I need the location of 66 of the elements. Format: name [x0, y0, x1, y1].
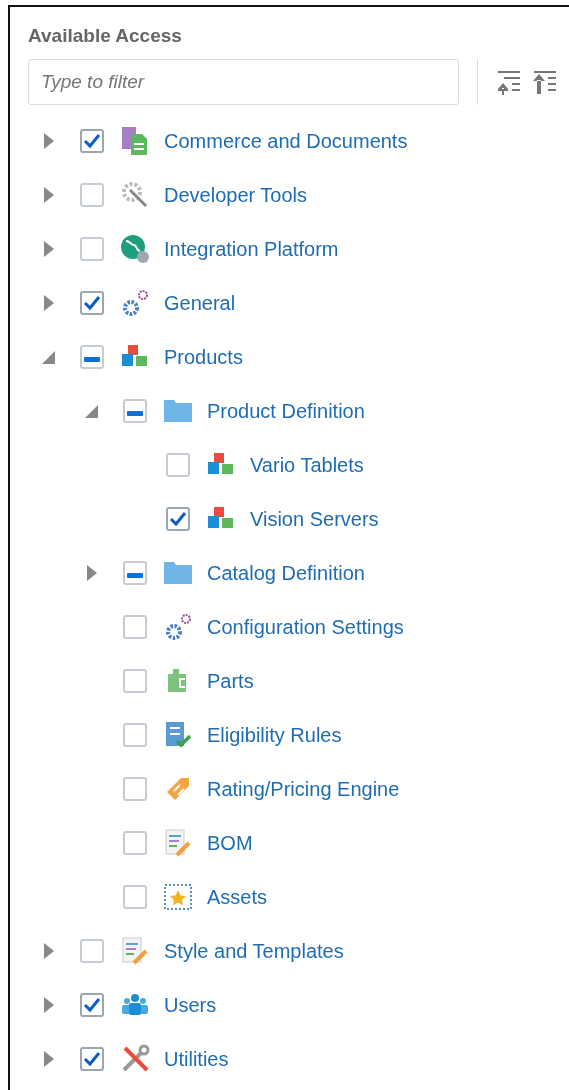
caret-icon — [43, 294, 55, 312]
tree-item-label[interactable]: BOM — [207, 831, 253, 855]
caret-icon — [86, 564, 98, 582]
checkbox[interactable] — [123, 777, 147, 801]
tree-item-label[interactable]: Products — [164, 345, 243, 369]
filter-field[interactable]: Type to filter — [28, 59, 459, 105]
tree-item-label[interactable]: Catalog Definition — [207, 561, 365, 585]
caret-icon — [85, 404, 99, 418]
caret-icon — [43, 186, 55, 204]
checkbox[interactable] — [80, 1047, 104, 1071]
checkbox[interactable] — [166, 453, 190, 477]
caret-icon — [42, 350, 56, 364]
check-icon — [83, 295, 101, 311]
caret-icon — [43, 132, 55, 150]
tools-icon — [120, 1044, 150, 1074]
dash-icon — [84, 357, 100, 363]
checkbox[interactable] — [80, 129, 104, 153]
checkbox[interactable] — [80, 183, 104, 207]
checkbox[interactable] — [123, 615, 147, 639]
check-icon — [83, 997, 101, 1013]
star-box-icon — [163, 882, 193, 912]
checkbox[interactable] — [123, 669, 147, 693]
collapse-all-icon — [532, 69, 558, 95]
tree-item-label[interactable]: Style and Templates — [164, 939, 344, 963]
checkbox[interactable] — [123, 723, 147, 747]
collapse-all-button[interactable] — [532, 69, 558, 95]
tree-item-label[interactable]: Eligibility Rules — [207, 723, 342, 747]
tree-item-label[interactable]: Parts — [207, 669, 254, 693]
tree-item-label[interactable]: Commerce and Documents — [164, 129, 408, 153]
checkbox[interactable] — [123, 831, 147, 855]
dash-icon — [127, 573, 143, 579]
tree-item-label[interactable]: Utilities — [164, 1047, 229, 1071]
expand-all-icon — [496, 69, 522, 95]
expand-all-button[interactable] — [496, 69, 522, 95]
dash-icon — [127, 411, 143, 417]
checkbox[interactable] — [166, 507, 190, 531]
list-pencil-icon — [120, 936, 150, 966]
check-icon — [83, 1051, 101, 1067]
checklist-icon — [163, 720, 193, 750]
caret-icon — [43, 996, 55, 1014]
panel-title: Available Access — [28, 25, 183, 47]
tree-item-label[interactable]: Vision Servers — [250, 507, 379, 531]
checkbox[interactable] — [80, 291, 104, 315]
checkbox[interactable] — [80, 345, 104, 369]
documents-icon — [120, 126, 150, 156]
caret-icon — [43, 240, 55, 258]
tree-item-label[interactable]: Product Definition — [207, 399, 365, 423]
list-pencil-icon — [163, 828, 193, 858]
check-icon — [169, 511, 187, 527]
checkbox[interactable] — [80, 237, 104, 261]
tree-item-label[interactable]: Rating/Pricing Engine — [207, 777, 400, 801]
tree-item-label[interactable]: Integration Platform — [164, 237, 339, 261]
tree-item-label[interactable]: Developer Tools — [164, 183, 308, 207]
tree-item-label[interactable]: Users — [164, 993, 217, 1017]
tree-item-label[interactable]: Assets — [207, 885, 268, 909]
tree-item-label[interactable]: Configuration Settings — [207, 615, 404, 639]
caret-icon — [43, 942, 55, 960]
caret-icon — [43, 1050, 55, 1068]
checkbox[interactable] — [80, 993, 104, 1017]
tree-item-label[interactable]: General — [164, 291, 236, 315]
check-icon — [83, 133, 101, 149]
checkbox[interactable] — [123, 885, 147, 909]
checkbox[interactable] — [123, 561, 147, 585]
checkbox[interactable] — [80, 939, 104, 963]
checkbox[interactable] — [123, 399, 147, 423]
tree-item-label[interactable]: Vario Tablets — [250, 453, 364, 477]
